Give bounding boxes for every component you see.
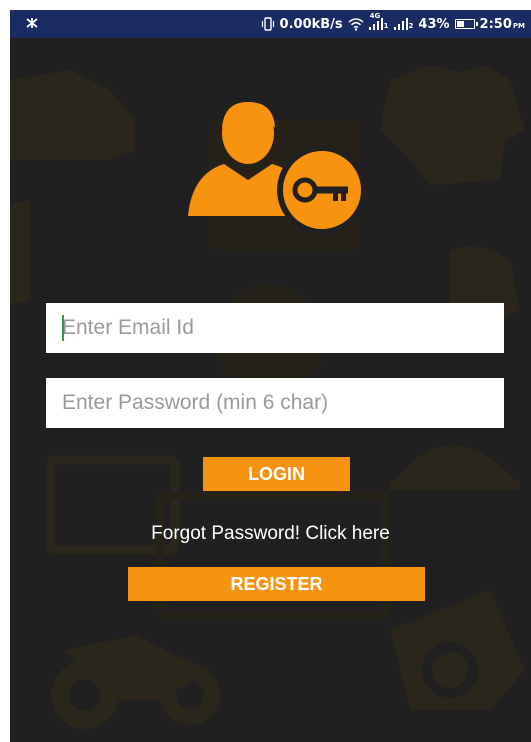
password-input[interactable] xyxy=(46,378,504,428)
text-cursor xyxy=(62,315,64,341)
app-screen: 0.00kB/s 4G 1 2 43% 2:50PM Enter Email I… xyxy=(10,10,531,742)
register-button[interactable]: REGISTER xyxy=(128,567,425,601)
user-key-icon xyxy=(188,102,367,235)
login-button[interactable]: LOGIN xyxy=(203,457,350,491)
forgot-password-link[interactable]: Forgot Password! Click here xyxy=(10,523,531,545)
email-input[interactable] xyxy=(46,303,504,353)
